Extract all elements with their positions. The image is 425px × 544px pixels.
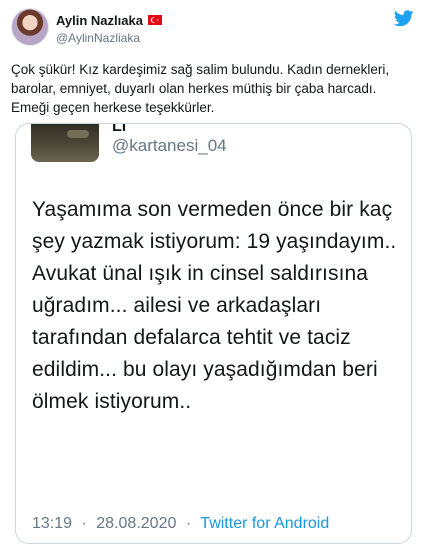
quoted-author-avatar[interactable] xyxy=(31,124,99,162)
tweet-body: Çok şükür! Kız kardeşimiz sağ salim bulu… xyxy=(11,62,390,115)
author-handle[interactable]: @AylinNazliaka xyxy=(56,31,140,45)
author-display-name[interactable]: Aylin Nazlıaka xyxy=(56,13,143,28)
quoted-time[interactable]: 13:19 xyxy=(32,515,72,532)
quoted-author-handle[interactable]: @kartanesi_04 xyxy=(112,136,227,156)
author-avatar[interactable] xyxy=(11,8,49,46)
meta-separator-source: · xyxy=(185,515,192,532)
quoted-tweet-meta: 13:19 · 28.08.2020 · Twitter for Android xyxy=(32,515,329,533)
tweet-card: Aylin Nazlıaka @AylinNazliaka Çok şükür!… xyxy=(0,0,425,544)
quoted-date[interactable]: 28.08.2020 xyxy=(96,515,176,532)
twitter-bird-icon[interactable] xyxy=(394,10,414,27)
author-name-row: Aylin Nazlıaka xyxy=(56,12,162,28)
source-link[interactable]: Twitter for Android xyxy=(200,515,329,532)
meta-separator: · xyxy=(81,515,87,532)
quoted-author-name[interactable]: Li xyxy=(112,124,126,136)
quoted-tweet[interactable]: Li @kartanesi_04 Yaşamıma son vermeden ö… xyxy=(15,123,412,544)
turkey-flag-icon xyxy=(147,15,162,25)
quoted-tweet-body: Yaşamıma son vermeden önce bir kaç şey y… xyxy=(32,198,397,413)
